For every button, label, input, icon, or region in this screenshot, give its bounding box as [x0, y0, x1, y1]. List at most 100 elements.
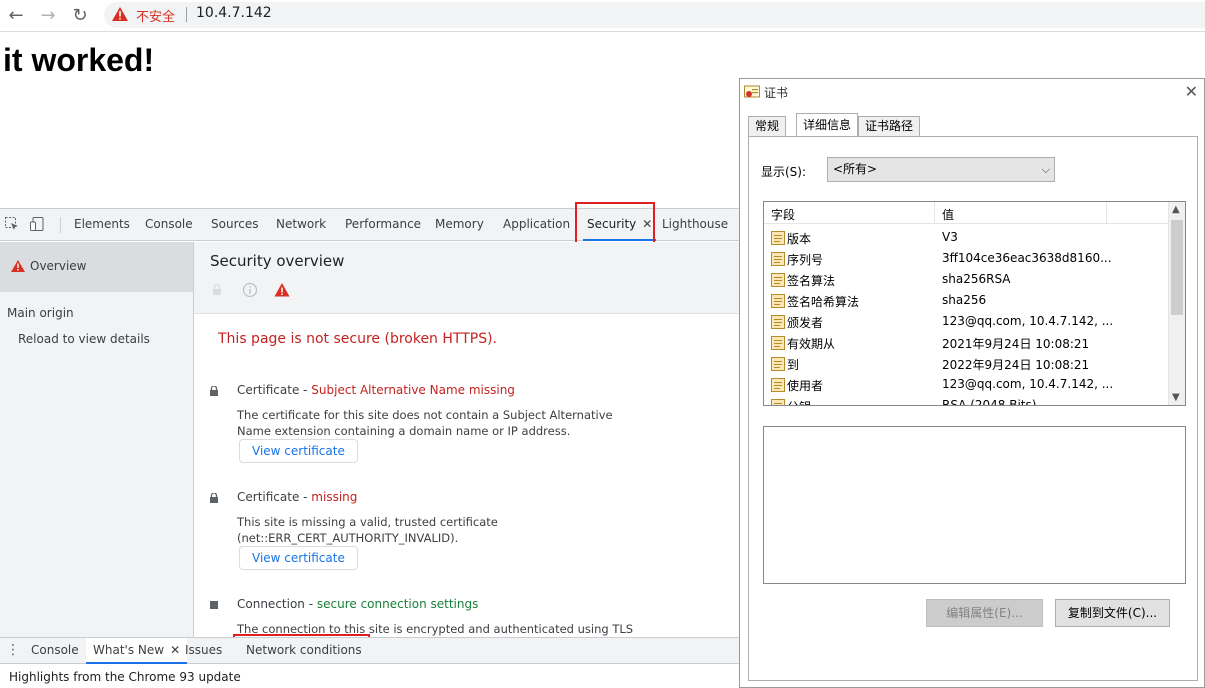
field-icon: [771, 336, 785, 350]
main-origin-heading: Main origin: [7, 306, 74, 320]
page-heading: it worked!: [3, 42, 155, 78]
tab-console[interactable]: Console: [145, 209, 193, 241]
show-label: 显示(S):: [761, 165, 807, 179]
back-arrow-icon[interactable]: ←: [4, 4, 28, 28]
drawer-tab-console[interactable]: Console: [31, 638, 79, 664]
row-field: 签名算法: [787, 274, 836, 288]
list-item[interactable]: 签名算法 sha256RSA: [764, 269, 1169, 290]
field-icon: [771, 252, 785, 266]
scroll-down-icon[interactable]: ▼: [1172, 392, 1180, 403]
scroll-up-icon[interactable]: ▲: [1172, 204, 1180, 215]
tab-lighthouse[interactable]: Lighthouse: [662, 209, 728, 241]
row-field: 公钥: [787, 398, 811, 405]
close-icon[interactable]: ✕: [1185, 82, 1198, 101]
warning-icon: [11, 260, 25, 272]
screen: ← → ↻ 不安全 10.4.7.142 it worked! Elements…: [0, 0, 1205, 688]
dialog-titlebar[interactable]: 证书 ✕: [740, 79, 1204, 105]
list-item[interactable]: 序列号 3ff104ce36eac3638d8160...: [764, 248, 1169, 269]
inspect-element-icon[interactable]: [5, 217, 19, 231]
security-sidebar: Overview Main origin Reload to view deta…: [0, 242, 194, 637]
list-header: 字段 值: [764, 202, 1169, 224]
forward-arrow-icon[interactable]: →: [36, 4, 60, 28]
list-item[interactable]: 到 2022年9月24日 10:08:21: [764, 353, 1169, 374]
list-scrollbar[interactable]: ▲ ▼: [1168, 202, 1185, 405]
devtools-tab-bar: Elements Console Sources Network Perform…: [0, 209, 740, 241]
column-header-field[interactable]: 字段: [771, 206, 795, 223]
fields-list[interactable]: 字段 值 版本 V3 序列号 3ff104ce36eac3638d8160...: [763, 201, 1186, 406]
tab-security[interactable]: Security ✕: [583, 209, 657, 241]
column-divider[interactable]: [934, 202, 935, 224]
tab-application[interactable]: Application: [503, 209, 570, 241]
tab-security-label: Security: [587, 217, 637, 231]
column-header-value[interactable]: 值: [942, 206, 954, 223]
explanation-title-highlight: secure connection settings: [316, 597, 479, 611]
copy-to-file-button[interactable]: 复制到文件(C)...: [1055, 599, 1170, 627]
address-bar[interactable]: 不安全 10.4.7.142: [104, 2, 1205, 28]
row-value: V3: [942, 230, 958, 244]
device-toolbar-icon[interactable]: [30, 217, 44, 231]
list-item[interactable]: 公钥 RSA (2048 Bits): [764, 395, 1169, 406]
row-field: 到: [787, 358, 800, 372]
explanation-title: Connection - secure connection settings: [237, 597, 478, 611]
tab-general[interactable]: 常规: [748, 116, 787, 137]
tab-network[interactable]: Network: [276, 209, 326, 241]
row-field: 颁发者: [787, 316, 824, 330]
list-item[interactable]: 使用者 123@qq.com, 10.4.7.142, ...: [764, 374, 1169, 395]
close-tab-icon[interactable]: ✕: [642, 217, 652, 231]
row-field: 使用者: [787, 379, 824, 393]
close-tab-icon[interactable]: ✕: [170, 643, 180, 657]
tab-performance[interactable]: Performance: [345, 209, 421, 241]
panel-title: Security overview: [210, 252, 345, 270]
info-icon: [242, 282, 258, 298]
lock-icon: [210, 493, 218, 503]
row-value: 3ff104ce36eac3638d8160...: [942, 251, 1112, 265]
url-text[interactable]: 10.4.7.142: [196, 5, 272, 21]
sidebar-item-overview[interactable]: Overview: [0, 242, 193, 292]
show-select-value: <所有>: [833, 162, 878, 176]
explanation-description: The certificate for this site does not c…: [237, 408, 613, 438]
toolbar-divider: [60, 217, 61, 233]
edit-properties-button[interactable]: 编辑属性(E)...: [926, 599, 1043, 627]
certificate-icon: [744, 85, 760, 98]
warning-icon[interactable]: [112, 7, 128, 21]
row-value: sha256: [942, 293, 987, 307]
drawer-tab-whats-new[interactable]: What's New ✕: [86, 638, 188, 664]
list-item[interactable]: 签名哈希算法 sha256: [764, 290, 1169, 311]
certificate-dialog: 证书 ✕ 常规 详细信息 证书路径 显示(S): <所有> ⌵ 字段 值 版本 …: [739, 78, 1205, 688]
scrollbar-thumb[interactable]: [1171, 220, 1183, 315]
list-item[interactable]: 有效期从 2021年9月24日 10:08:21: [764, 332, 1169, 353]
drawer-content: Highlights from the Chrome 93 update: [0, 664, 740, 688]
field-icon: [771, 357, 785, 371]
warning-icon: [274, 283, 290, 297]
explanation-title: Certificate - Subject Alternative Name m…: [237, 383, 515, 397]
show-select[interactable]: <所有> ⌵: [827, 157, 1055, 182]
not-secure-label[interactable]: 不安全: [136, 6, 175, 25]
explanation-title-prefix: Connection -: [237, 597, 317, 611]
row-field: 版本: [787, 232, 812, 246]
sidebar-item-label: Overview: [30, 259, 87, 273]
more-tools-menu-icon[interactable]: ⋮: [6, 642, 20, 658]
drawer-tab-network-conditions[interactable]: Network conditions: [246, 638, 362, 664]
view-certificate-button[interactable]: View certificate: [239, 546, 358, 570]
tab-cert-path[interactable]: 证书路径: [858, 116, 921, 137]
explanation-connection: Connection - secure connection settings …: [210, 597, 730, 637]
security-overview-panel: Security overview This page is not secur…: [194, 242, 740, 637]
list-item[interactable]: 版本 V3: [764, 227, 1169, 248]
field-icon: [771, 399, 785, 405]
tab-sources[interactable]: Sources: [211, 209, 258, 241]
row-value: RSA (2048 Bits): [942, 398, 1037, 406]
drawer-tab-issues[interactable]: Issues: [185, 638, 222, 664]
tab-memory[interactable]: Memory: [435, 209, 484, 241]
field-detail-textbox[interactable]: [763, 426, 1186, 584]
reload-icon[interactable]: ↻: [68, 4, 92, 28]
tab-details[interactable]: 详细信息: [796, 113, 859, 137]
row-value: 2021年9月24日 10:08:21: [942, 337, 1090, 351]
whats-new-heading: Highlights from the Chrome 93 update: [9, 670, 241, 684]
row-value: sha256RSA: [942, 272, 1011, 286]
list-item[interactable]: 颁发者 123@qq.com, 10.4.7.142, ...: [764, 311, 1169, 332]
row-value: 123@qq.com, 10.4.7.142, ...: [942, 377, 1114, 391]
tab-elements[interactable]: Elements: [74, 209, 130, 241]
column-divider[interactable]: [1106, 202, 1107, 224]
reload-details-item[interactable]: Reload to view details: [18, 332, 150, 346]
view-certificate-button[interactable]: View certificate: [239, 439, 358, 463]
